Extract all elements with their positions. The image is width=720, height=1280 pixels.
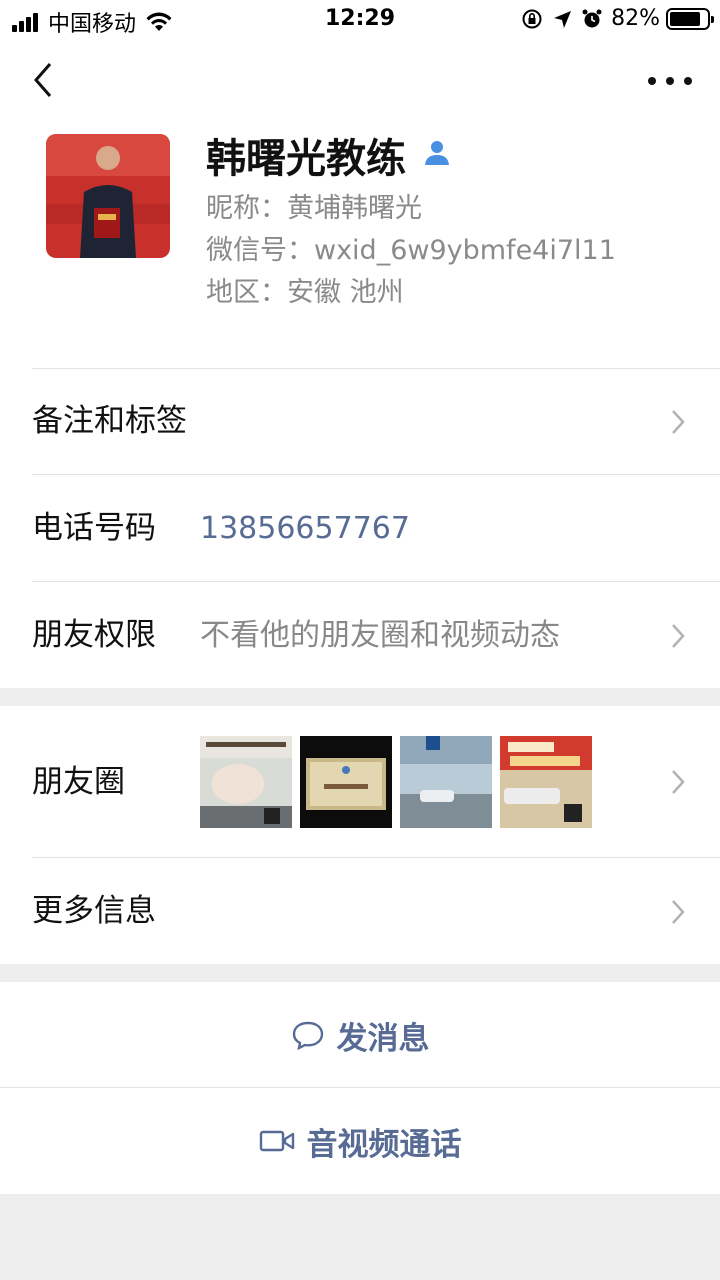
nickname: 昵称：黄埔韩曙光 [206,193,422,224]
wechat-id: 微信号：wxid_6w9ybmfe4i7l11 [206,235,616,266]
remark-and-tags-row[interactable]: 备注和标签 [0,368,720,475]
voice-video-call-label: 音视频通话 [306,1126,462,1163]
moments-group: 朋友圈 更多信息 [0,706,720,964]
friend-permission-row[interactable]: 朋友权限 不看他的朋友圈和视频动态 [0,582,720,689]
rotation-lock-icon [522,9,542,28]
contact-name-row: 韩曙光教练 [206,126,452,184]
moments-thumbnail [500,736,592,828]
status-bar: 中国移动 12:29 82% [0,0,720,40]
moments-label: 朋友圈 [32,764,125,800]
phone-number[interactable]: 13856657767 [200,475,410,582]
remark-label: 备注和标签 [32,403,187,439]
contact-name: 韩曙光教练 [206,136,406,182]
more-info-row[interactable]: 更多信息 [0,858,720,965]
chevron-right-icon [672,770,685,794]
permission-value: 不看他的朋友圈和视频动态 [200,618,560,653]
chat-bubble-icon [292,1021,323,1050]
video-camera-icon [259,1130,294,1152]
ellipsis-icon [648,77,656,85]
region: 地区：安徽 池州 [206,277,404,308]
contact-info-group: 备注和标签 电话号码 13856657767 朋友权限 不看他的朋友圈和视频动态 [0,368,720,688]
send-message-button[interactable]: 发消息 [0,982,720,1088]
send-message-label: 发消息 [336,1020,430,1057]
chevron-left-icon [34,63,52,97]
chevron-right-icon [672,410,685,434]
battery-icon [666,7,714,30]
alarm-icon [582,9,602,27]
voice-video-call-button[interactable]: 音视频通话 [0,1088,720,1194]
phone-label: 电话号码 [32,510,156,546]
moments-row[interactable]: 朋友圈 [0,706,720,858]
more-info-label: 更多信息 [32,893,156,929]
avatar[interactable] [46,134,170,258]
moments-thumbnail [200,736,292,828]
back-button[interactable] [24,60,64,100]
nav-bar [0,40,720,120]
avatar-photo [46,134,170,258]
phone-row[interactable]: 电话号码 13856657767 [0,475,720,582]
person-icon [422,132,452,178]
permission-label: 朋友权限 [32,617,156,653]
more-button[interactable] [648,64,692,98]
moments-thumbnail [300,736,392,828]
location-icon [554,10,572,28]
moments-thumbnail [400,736,492,828]
profile-header: 韩曙光教练 昵称：黄埔韩曙光 微信号：wxid_6w9ybmfe4i7l11 地… [0,120,720,368]
battery-percent: 82% [611,6,660,31]
chevron-right-icon [672,900,685,924]
chevron-right-icon [672,624,685,648]
